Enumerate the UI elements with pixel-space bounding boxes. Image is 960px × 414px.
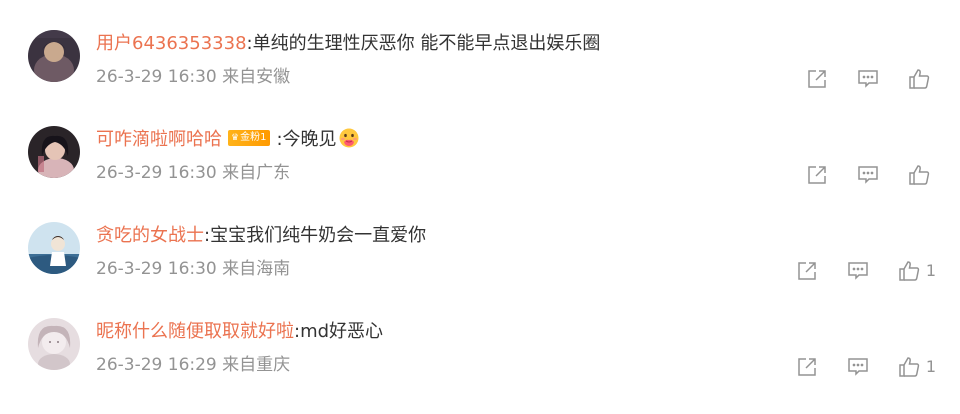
comment-time: 26-3-29 16:29 (96, 355, 217, 375)
crown-icon: ♛ (231, 133, 240, 143)
comment-button[interactable] (847, 356, 869, 378)
comment-actions (777, 162, 936, 188)
comment-text: md好恶心 (300, 321, 384, 342)
comment-location: 来自安徽 (222, 67, 291, 87)
fan-badge-label: 金粉1 (240, 132, 267, 143)
comment-location: 来自广东 (222, 163, 291, 183)
comment-username[interactable]: 可咋滴啦啊哈哈 (96, 129, 222, 150)
share-button[interactable] (796, 356, 818, 378)
comment-text-line: 可咋滴啦啊哈哈 ♛金粉1:今晚见 (96, 126, 360, 154)
share-button[interactable] (796, 260, 818, 282)
like-count: 1 (925, 357, 936, 376)
like-icon (909, 165, 930, 185)
like-count: 1 (925, 261, 936, 280)
like-button[interactable]: 1 (898, 260, 936, 282)
share-icon (798, 358, 816, 376)
like-button[interactable] (908, 164, 936, 186)
like-icon (909, 69, 930, 89)
comment-item: 用户6436353338:单纯的生理性厌恶你 能不能早点退出娱乐圈 26-3-2… (0, 30, 960, 126)
comment-time: 26-3-29 16:30 (96, 163, 217, 183)
comment-icon (848, 262, 868, 280)
comment-item: 可咋滴啦啊哈哈 ♛金粉1:今晚见 26-3-29 16:30 来自广东 (0, 126, 960, 222)
comment-item: 贪吃的女战士:宝宝我们纯牛奶会一直爱你 26-3-29 16:30 来自海南 1 (0, 222, 960, 318)
comment-text: 今晚见 (282, 129, 337, 150)
comment-actions (777, 66, 936, 92)
comment-text-line: 昵称什么随便取取就好啦:md好恶心 (96, 318, 383, 346)
comment-meta: 26-3-29 16:29 来自重庆 (96, 352, 290, 378)
comment-time: 26-3-29 16:30 (96, 67, 217, 87)
comment-location: 来自重庆 (222, 355, 291, 375)
comment-text-line: 贪吃的女战士:宝宝我们纯牛奶会一直爱你 (96, 222, 426, 250)
comment-actions: 1 (767, 258, 936, 284)
comment-text-line: 用户6436353338:单纯的生理性厌恶你 能不能早点退出娱乐圈 (96, 30, 600, 58)
comment-icon (858, 166, 878, 184)
comment-username[interactable]: 贪吃的女战士 (96, 225, 204, 246)
comment-time: 26-3-29 16:30 (96, 259, 217, 279)
avatar[interactable] (28, 318, 80, 370)
share-icon (798, 262, 816, 280)
fan-badge[interactable]: ♛金粉1 (228, 130, 271, 146)
comment-meta: 26-3-29 16:30 来自广东 (96, 160, 290, 186)
like-button[interactable] (908, 68, 936, 90)
avatar[interactable] (28, 30, 80, 82)
like-icon (899, 357, 919, 377)
comment-meta: 26-3-29 16:30 来自海南 (96, 256, 290, 282)
comment-text: 单纯的生理性厌恶你 能不能早点退出娱乐圈 (252, 33, 601, 54)
avatar[interactable] (28, 126, 80, 178)
like-icon (899, 261, 919, 281)
comment-meta: 26-3-29 16:30 来自安徽 (96, 64, 290, 90)
face-with-hand-over-mouth-icon (338, 127, 360, 149)
comment-button[interactable] (857, 164, 879, 186)
comment-button[interactable] (847, 260, 869, 282)
comment-username[interactable]: 用户6436353338 (96, 33, 247, 54)
comment-icon (848, 358, 868, 376)
share-icon (808, 70, 826, 88)
comment-location: 来自海南 (222, 259, 291, 279)
comment-item: 昵称什么随便取取就好啦:md好恶心 26-3-29 16:29 来自重庆 1 (0, 318, 960, 414)
comment-text: 宝宝我们纯牛奶会一直爱你 (210, 225, 427, 246)
share-icon (808, 166, 826, 184)
comment-username[interactable]: 昵称什么随便取取就好啦 (96, 321, 294, 342)
comment-actions: 1 (767, 354, 936, 380)
avatar[interactable] (28, 222, 80, 274)
share-button[interactable] (806, 68, 828, 90)
comment-icon (858, 70, 878, 88)
share-button[interactable] (806, 164, 828, 186)
comment-button[interactable] (857, 68, 879, 90)
like-button[interactable]: 1 (898, 356, 936, 378)
